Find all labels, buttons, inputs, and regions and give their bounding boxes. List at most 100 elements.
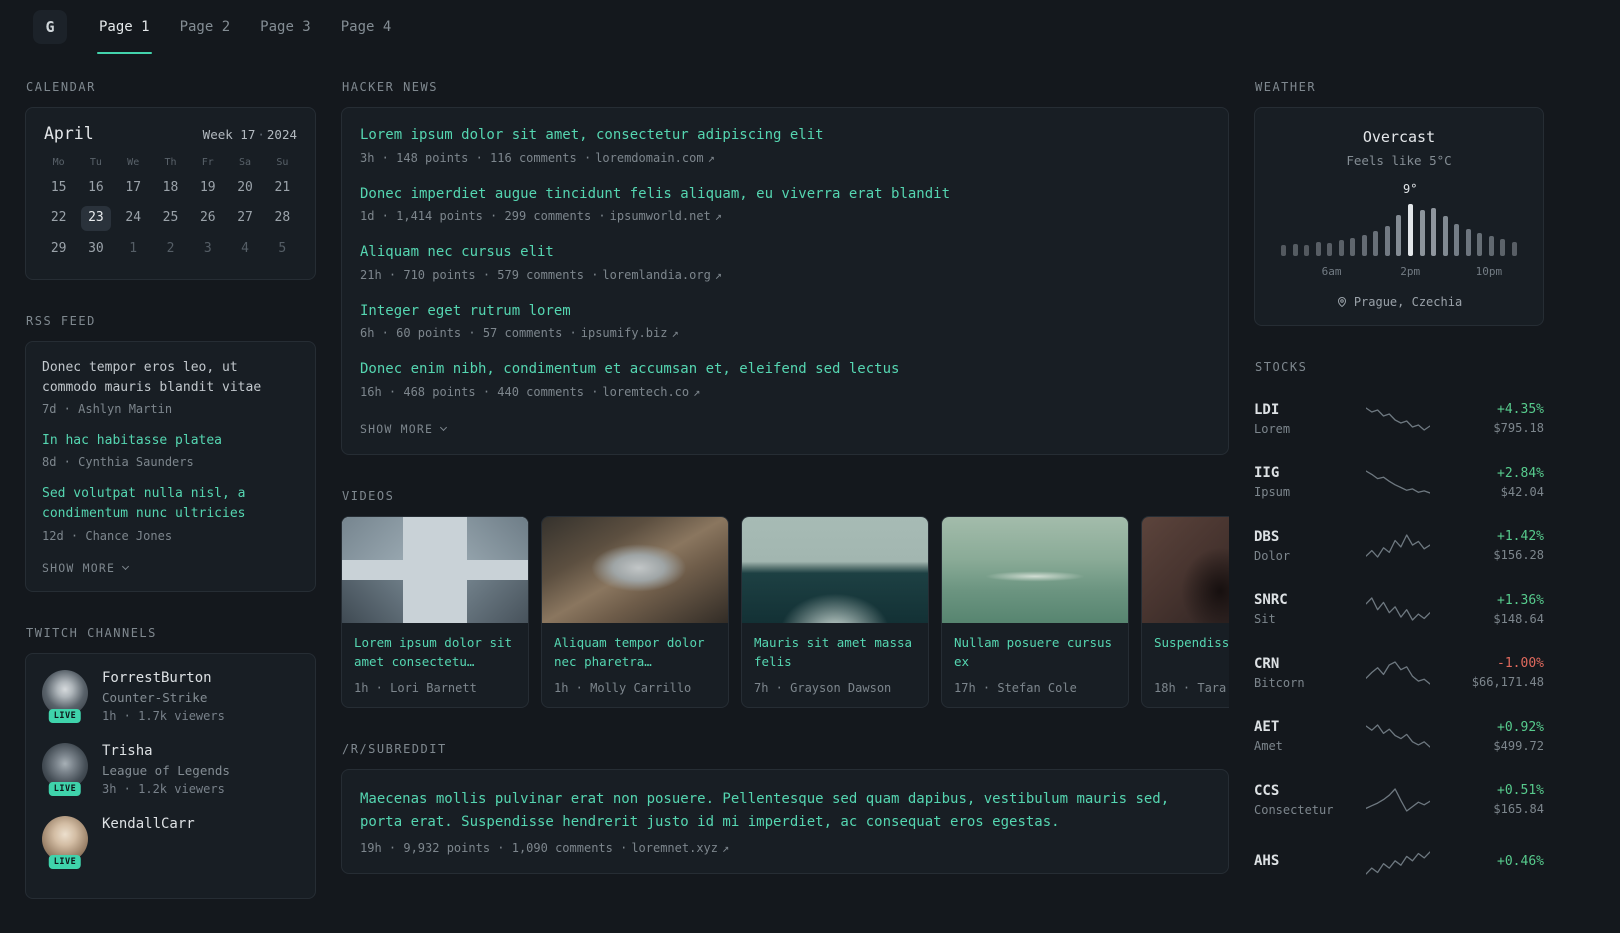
weather-section-title: Weather — [1255, 80, 1317, 94]
app-logo[interactable]: G — [33, 10, 67, 44]
channel-name[interactable]: ForrestBurton — [102, 670, 225, 686]
calendar-day: 28 — [274, 210, 291, 226]
calendar-day: 15 — [50, 180, 67, 195]
calendar-day: 22 — [50, 210, 67, 226]
stock-price: $165.84 — [1493, 802, 1544, 817]
hackernews-domain-link[interactable]: ipsumify.biz — [581, 326, 668, 340]
hackernews-item-title[interactable]: Lorem ipsum dolor sit amet, consectetur … — [360, 126, 1210, 146]
reddit-post-meta: 19h · 9,932 points · 1,090 comments · lor… — [360, 841, 1210, 855]
stock-name: Consectetur — [1254, 802, 1334, 817]
calendar-month: April — [44, 124, 94, 143]
stock-row[interactable]: IIG Ipsum +2.84% $42.04 — [1254, 451, 1544, 515]
external-link-icon: ↗ — [714, 209, 723, 224]
stock-row[interactable]: LDI Lorem +4.35% $795.18 — [1254, 387, 1544, 451]
hackernews-item-title[interactable]: Donec imperdiet augue tincidunt felis al… — [360, 185, 1210, 205]
hackernews-domain-link[interactable]: loremlandia.org — [602, 268, 710, 282]
left-column: Calendar April Week 17 · 2024 Mo Tu We Th Fr Sa… — [25, 80, 316, 933]
video-thumbnail[interactable] — [742, 516, 928, 623]
stock-left: LDI Lorem — [1254, 402, 1352, 436]
weather-temp-label: 9° — [1403, 182, 1418, 196]
rss-show-more-button[interactable]: Show more — [42, 558, 130, 575]
hackernews-domain-link[interactable]: loremdomain.com — [595, 151, 703, 165]
tab-page-3[interactable]: Page 3 — [258, 0, 313, 54]
stock-row[interactable]: CRN Bitcorn -1.00% $66,171.48 — [1254, 641, 1544, 705]
weather-bar — [1477, 233, 1483, 256]
tab-page-4[interactable]: Page 4 — [339, 0, 394, 54]
hackernews-domain-link[interactable]: ipsumworld.net — [610, 209, 711, 223]
stock-right: +1.36% $148.64 — [1444, 593, 1544, 626]
video-meta: 18h · Tara — [1154, 680, 1227, 695]
stock-right: +0.51% $165.84 — [1444, 783, 1544, 816]
rss-item-title[interactable]: Sed volutpat nulla nisl, a condimentum n… — [42, 484, 299, 524]
hackernews-domain-link[interactable]: loremtech.co — [602, 385, 689, 399]
twitch-section-title: Twitch channels — [26, 625, 157, 640]
hackernews-item-title[interactable]: Aliquam nec cursus elit — [360, 243, 1210, 263]
live-badge: LIVE — [48, 781, 82, 796]
stock-right: +0.92% $499.72 — [1444, 720, 1544, 753]
tab-page-1[interactable]: Page 1 — [97, 0, 152, 54]
video-title[interactable]: Mauris sit amet massa felis — [754, 633, 916, 672]
video-title[interactable]: Nullam posuere cursus ex — [954, 633, 1116, 672]
hackernews-item-title[interactable]: Donec enim nibh, condimentum et accumsan… — [360, 360, 1210, 380]
hackernews-card: Lorem ipsum dolor sit amet, consectetur … — [341, 107, 1229, 455]
reddit-post-domain-link[interactable]: loremnet.xyz — [631, 841, 718, 855]
rss-item-meta: 7d · Ashlyn Martin — [42, 402, 173, 417]
hackernews-meta-text: 6h · 60 points · 57 comments · — [360, 326, 577, 341]
stock-right: +2.84% $42.04 — [1444, 466, 1544, 499]
hackernews-show-more-button[interactable]: Show more — [360, 419, 448, 436]
twitch-channel-row[interactable]: LIVE ForrestBurton Counter-Strike 1h · 1.7k… — [42, 669, 299, 723]
channel-category: Counter-Strike — [102, 689, 208, 705]
tab-page-2[interactable]: Page 2 — [178, 0, 233, 54]
hackernews-item-meta: 16h · 468 points · 440 comments · loremte… — [360, 385, 1210, 399]
stock-sparkline — [1366, 724, 1430, 748]
channel-name[interactable]: KendallCarr — [102, 816, 195, 832]
subreddit-section-title: /r/subreddit — [342, 741, 447, 756]
stock-row[interactable]: DBS Dolor +1.42% $156.28 — [1254, 514, 1544, 578]
twitch-channel-row[interactable]: LIVE KendallCarr — [42, 815, 299, 869]
weather-bar — [1431, 208, 1437, 256]
channel-info: ForrestBurton Counter-Strike 1h · 1.7k vie… — [102, 670, 225, 723]
middle-column: Hacker News Lorem ipsum dolor sit amet, … — [341, 80, 1229, 908]
video-thumbnail[interactable] — [342, 516, 528, 623]
stock-row[interactable]: AHS +0.46% — [1254, 832, 1544, 896]
video-thumbnail[interactable] — [542, 516, 728, 623]
video-title[interactable]: Lorem ipsum dolor sit amet consectetu… — [354, 633, 516, 672]
chevron-down-icon — [440, 423, 448, 432]
stock-ticker: AET — [1254, 719, 1280, 736]
subreddit-card: Maecenas mollis pulvinar erat non posuer… — [341, 768, 1229, 875]
calendar-day-headers: Mo Tu We Th Fr Sa Su — [40, 157, 301, 168]
chevron-down-icon — [122, 562, 130, 570]
rss-item-title[interactable]: In hac habitasse platea — [42, 431, 299, 451]
stock-row[interactable]: AET Amet +0.92% $499.72 — [1254, 705, 1544, 769]
hackernews-item-title[interactable]: Integer eget rutrum lorem — [360, 302, 1210, 322]
channel-avatar[interactable]: LIVE — [42, 815, 88, 869]
channel-avatar[interactable]: LIVE — [42, 669, 88, 723]
stock-price: $42.04 — [1500, 484, 1544, 499]
video-thumbnail[interactable] — [942, 516, 1128, 623]
stock-row[interactable]: SNRC Sit +1.36% $148.64 — [1254, 578, 1544, 642]
calendar-day: 27 — [237, 210, 253, 226]
hackernews-list: Lorem ipsum dolor sit amet, consectetur … — [360, 126, 1210, 399]
video-meta: 1h · Lori Barnett — [354, 680, 477, 695]
channel-name[interactable]: Trisha — [102, 743, 230, 759]
stock-price: $795.18 — [1493, 421, 1544, 436]
hackernews-meta-text: 21h · 710 points · 579 comments · — [360, 267, 599, 282]
dashboard-page: { "ui": { "dot": "·", "external_link_arr… — [0, 0, 1620, 900]
weather-time-label: 6am — [1321, 265, 1342, 278]
stock-right: -1.00% $66,171.48 — [1444, 656, 1544, 689]
stock-row[interactable]: CCS Consectetur +0.51% $165.84 — [1254, 768, 1544, 832]
weather-bar — [1373, 231, 1379, 256]
channel-info: KendallCarr — [102, 816, 195, 836]
video-title[interactable]: Aliquam tempor dolor nec pharetra… — [554, 633, 716, 672]
video-thumbnail[interactable] — [1142, 516, 1229, 623]
twitch-channel-row[interactable]: LIVE Trisha League of Legends 3h · 1.2k vie… — [42, 742, 299, 796]
hackernews-item: Integer eget rutrum lorem 6h · 60 points … — [360, 302, 1210, 341]
weather-bar — [1350, 238, 1356, 256]
video-title[interactable]: Suspendisse diam — [1154, 633, 1229, 672]
stock-price: $156.28 — [1493, 548, 1544, 563]
calendar-section-title: Calendar — [26, 80, 96, 94]
calendar-day-header: Th — [164, 157, 177, 168]
reddit-post-title[interactable]: Maecenas mollis pulvinar erat non posuer… — [360, 788, 1210, 834]
channel-avatar[interactable]: LIVE — [42, 742, 88, 796]
rss-item-title[interactable]: Donec tempor eros leo, ut commodo mauris… — [42, 358, 299, 398]
